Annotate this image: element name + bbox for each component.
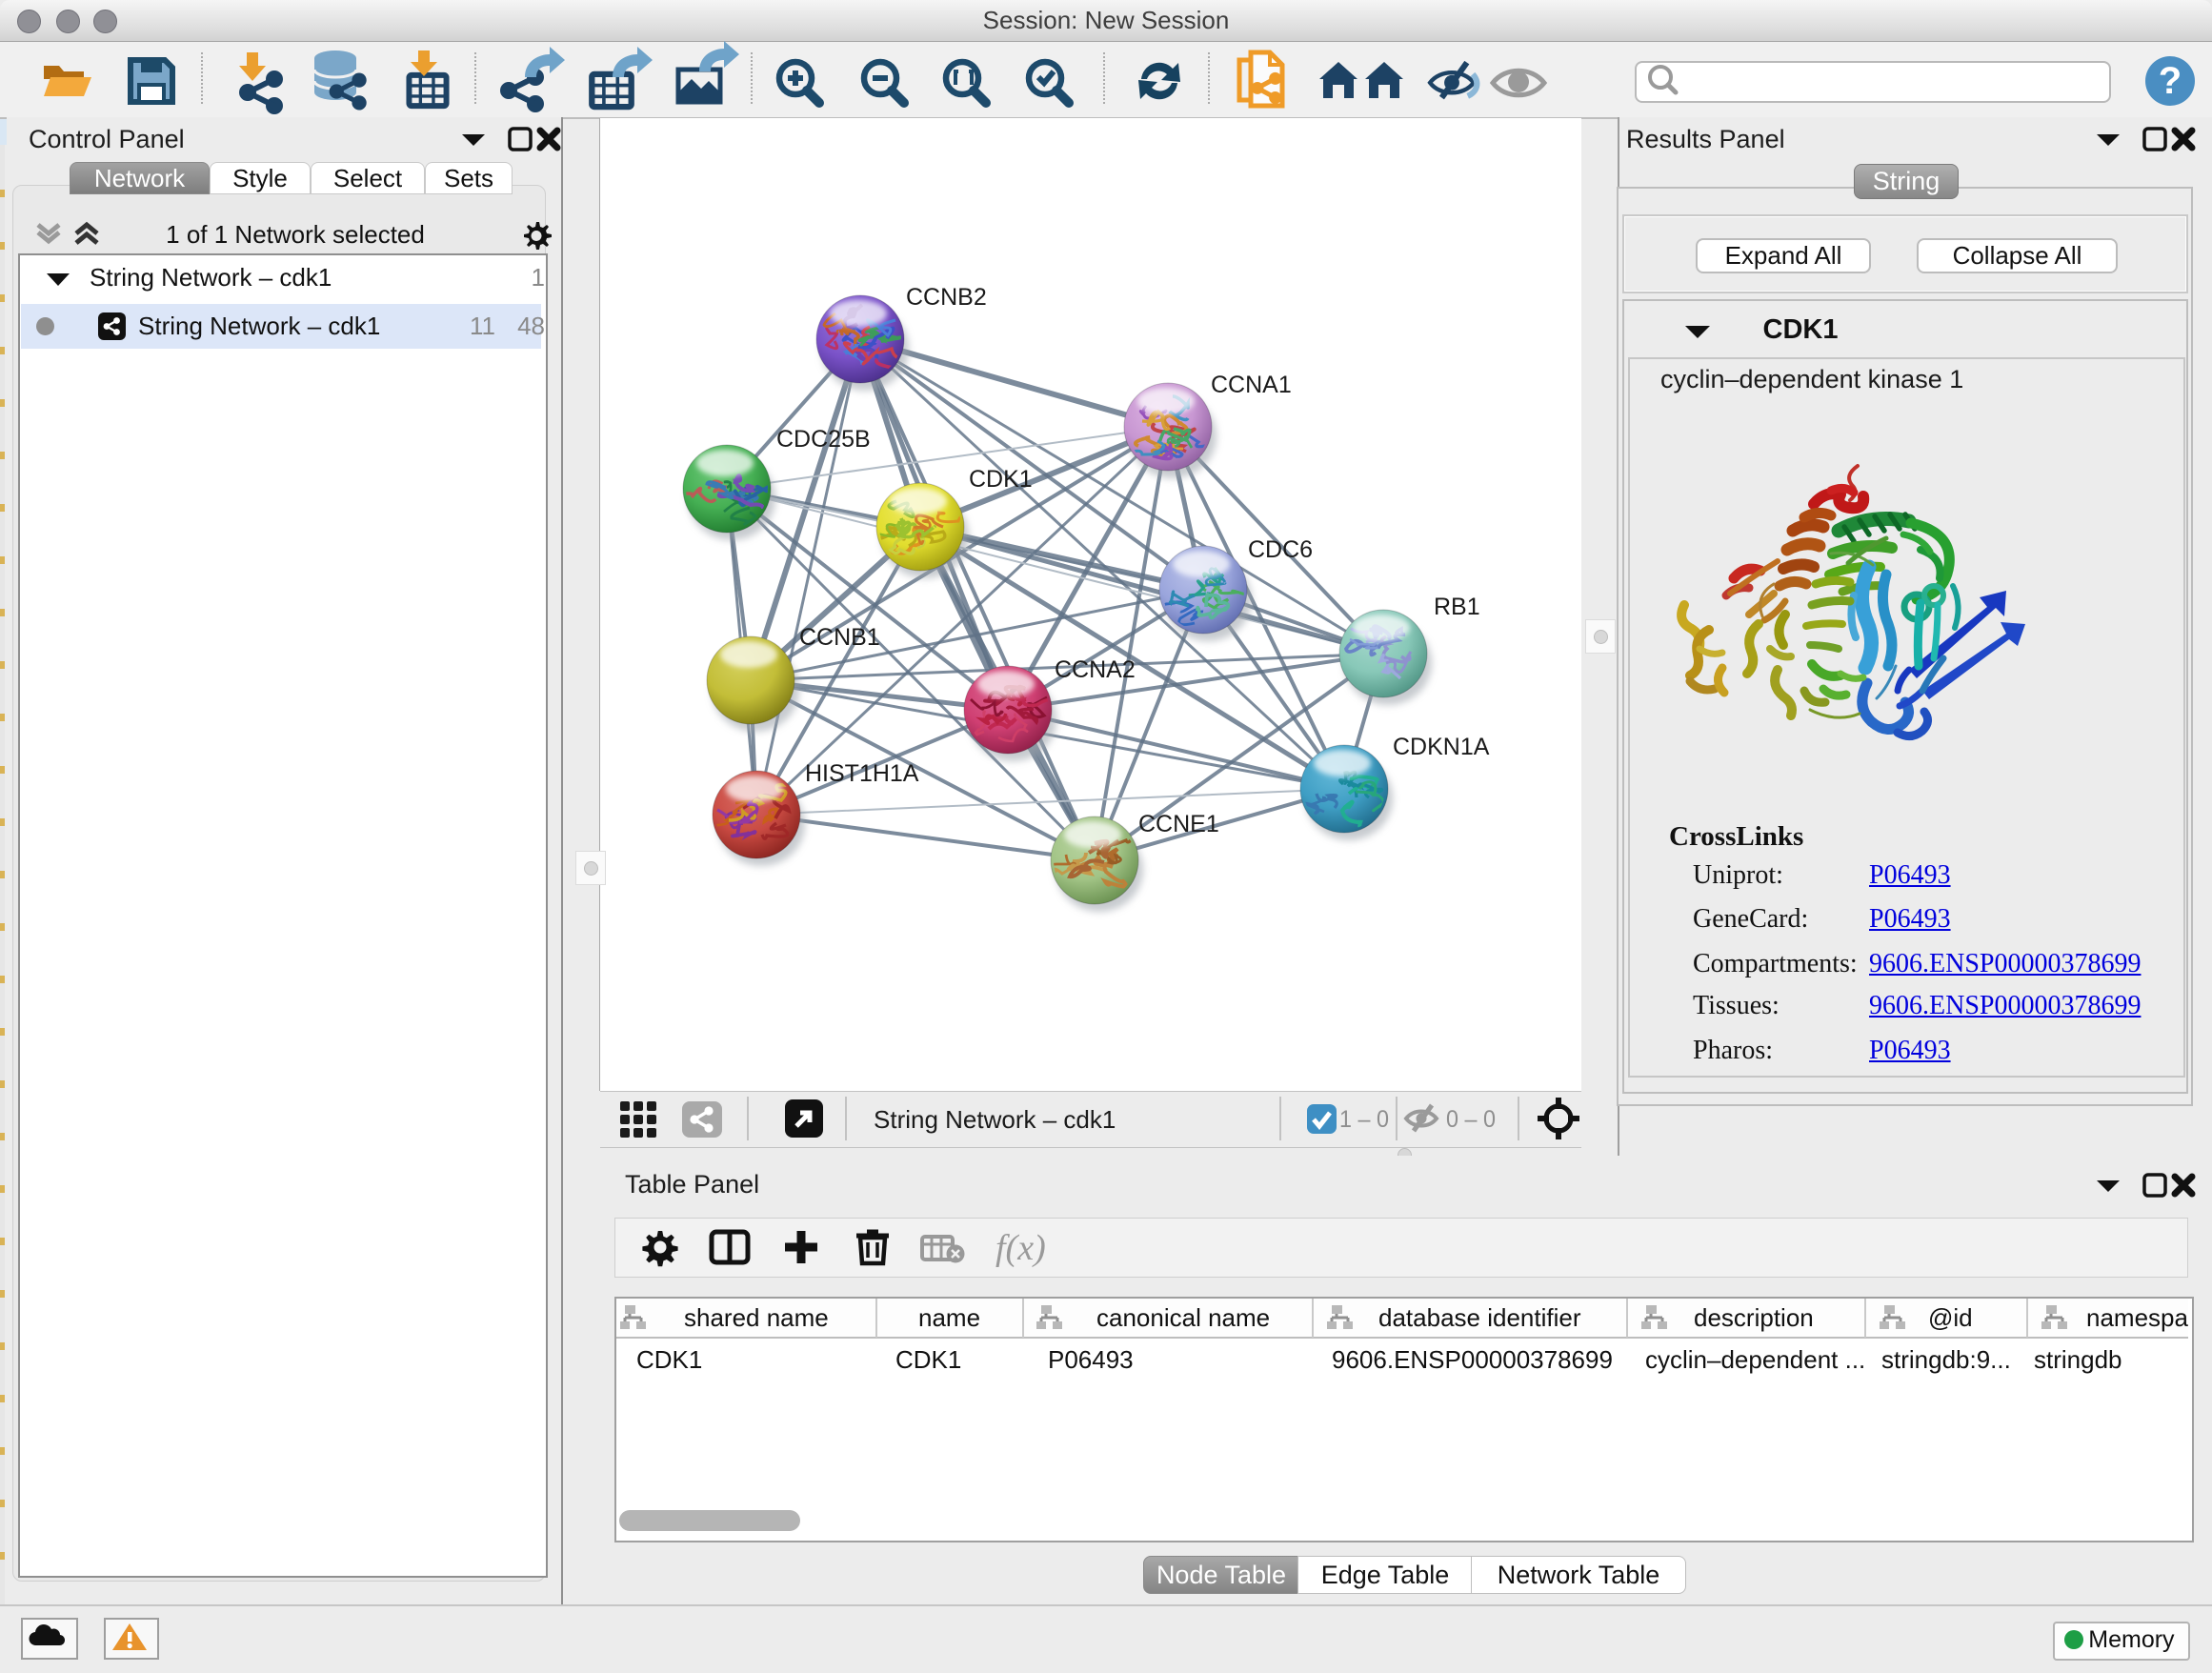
svg-text:String Network – cdk1: String Network – cdk1 — [874, 1105, 1116, 1134]
svg-text:HIST1H1A: HIST1H1A — [805, 760, 919, 787]
svg-text:CCNA1: CCNA1 — [1211, 372, 1292, 398]
svg-text:CCNB2: CCNB2 — [906, 284, 987, 311]
svg-text:f(x): f(x) — [995, 1228, 1046, 1268]
svg-text:@id: @id — [1928, 1303, 1973, 1332]
svg-text:cyclin–dependent ...: cyclin–dependent ... — [1645, 1345, 1865, 1374]
svg-text:CDK1: CDK1 — [969, 466, 1033, 493]
svg-text:CCNE1: CCNE1 — [1138, 811, 1219, 837]
svg-text:stringdb:9...: stringdb:9... — [1881, 1345, 2011, 1374]
svg-text:CDC6: CDC6 — [1248, 536, 1313, 563]
svg-text:CDK1: CDK1 — [895, 1345, 961, 1374]
svg-text:canonical name: canonical name — [1096, 1303, 1270, 1332]
svg-text:1 – 0: 1 – 0 — [1339, 1106, 1389, 1133]
svg-text:stringdb: stringdb — [2034, 1345, 2122, 1374]
svg-text:name: name — [918, 1303, 980, 1332]
svg-text:CDK1: CDK1 — [636, 1345, 702, 1374]
svg-text:P06493: P06493 — [1048, 1345, 1134, 1374]
svg-text:CDKN1A: CDKN1A — [1393, 734, 1490, 760]
svg-text:shared name: shared name — [684, 1303, 829, 1332]
svg-text:CCNB1: CCNB1 — [799, 624, 880, 651]
svg-text:RB1: RB1 — [1434, 594, 1480, 620]
svg-text:CDC25B: CDC25B — [776, 426, 871, 453]
svg-text:database identifier: database identifier — [1378, 1303, 1581, 1332]
svg-text:CCNA2: CCNA2 — [1055, 656, 1136, 683]
svg-text:?: ? — [2159, 60, 2182, 102]
svg-text:9606.ENSP00000378699: 9606.ENSP00000378699 — [1332, 1345, 1613, 1374]
svg-text:description: description — [1694, 1303, 1814, 1332]
svg-text:0 – 0: 0 – 0 — [1446, 1106, 1496, 1133]
svg-text:namespac: namespac — [2086, 1303, 2188, 1332]
